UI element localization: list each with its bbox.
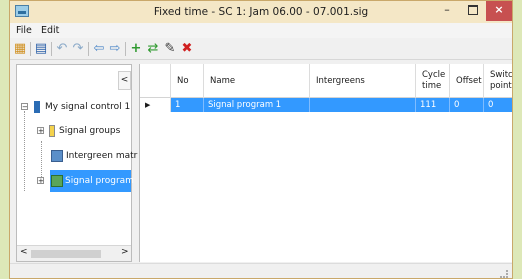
menu-file[interactable]: File [16, 23, 32, 38]
header-corner [140, 64, 171, 98]
expand-icon[interactable]: + [37, 177, 44, 185]
cell-no[interactable]: 1 [171, 98, 204, 112]
toolbar-separator [125, 42, 126, 56]
tree-line [24, 111, 25, 191]
tree-item-label: Signal program [65, 176, 134, 186]
edit-icon[interactable]: ✎ [163, 41, 177, 56]
navigation-panel: < − My signal control 1 + Signal groups … [16, 64, 137, 262]
minimize-button[interactable]: – [434, 1, 460, 21]
redo-icon[interactable]: ↷ [71, 41, 85, 56]
grid-header: No Name Intergreens Cycle time Offset Sw… [140, 64, 512, 98]
cell-intergreens[interactable] [310, 98, 416, 112]
signal-control-icon [34, 101, 40, 113]
toolbar-separator [30, 42, 31, 56]
app-window: Fixed time - SC 1: Jam 06.00 - 07.001.si… [9, 0, 513, 279]
signal-program-icon [51, 175, 63, 187]
column-header-cycle-time[interactable]: Cycle time [416, 64, 450, 98]
background-right [513, 0, 522, 279]
back-icon[interactable]: ⇦ [92, 41, 106, 56]
column-header-offset[interactable]: Offset [450, 64, 484, 98]
cell-name[interactable]: Signal program 1 [204, 98, 310, 112]
signal-program-grid: No Name Intergreens Cycle time Offset Sw… [139, 64, 512, 262]
close-button[interactable]: × [486, 1, 512, 21]
row-marker-icon[interactable]: ▶ [140, 98, 171, 112]
collapse-icon[interactable]: − [21, 103, 28, 111]
add-icon[interactable]: + [129, 41, 143, 56]
column-header-no[interactable]: No [171, 64, 204, 98]
tree-item-label: Intergreen matr [66, 151, 138, 161]
save-icon[interactable]: ▤ [34, 41, 48, 56]
duplicate-icon[interactable]: ⇄ [146, 41, 160, 56]
cell-switch-point[interactable]: 0 [484, 98, 512, 112]
column-header-name[interactable]: Name [204, 64, 310, 98]
toolbar-separator [88, 42, 89, 56]
intergreen-matrix-icon [51, 150, 63, 162]
forward-icon[interactable]: ⇨ [108, 41, 122, 56]
menu-bar: File Edit [10, 23, 512, 38]
resize-grip-icon[interactable] [500, 270, 508, 278]
toolbar-separator [51, 42, 52, 56]
scroll-right-icon[interactable]: > [121, 247, 129, 257]
collapse-panel-button[interactable]: < [118, 71, 131, 90]
toolbar: ▦ ▤ ↶ ↷ ⇦ ⇨ + ⇄ ✎ ✖ [10, 38, 512, 60]
tree-item-label: My signal control 1 [45, 102, 131, 112]
save-all-icon[interactable]: ▦ [13, 41, 27, 56]
horizontal-scrollbar[interactable]: < > [17, 245, 131, 261]
column-header-intergreens[interactable]: Intergreens [310, 64, 416, 98]
signal-groups-icon [49, 125, 55, 137]
table-row[interactable]: ▶ 1 Signal program 1 111 0 0 [140, 98, 512, 112]
cell-offset[interactable]: 0 [450, 98, 484, 112]
tree-item-intergreen-matrix[interactable]: Intergreen matr [51, 148, 137, 164]
tree-item-signal-groups[interactable]: + Signal groups [37, 123, 129, 139]
menu-edit[interactable]: Edit [41, 23, 59, 38]
background-left [0, 0, 9, 279]
tree-item-signal-control[interactable]: − My signal control 1 [21, 99, 131, 115]
scrollbar-thumb[interactable] [31, 250, 101, 258]
maximize-icon [468, 5, 478, 15]
title-bar[interactable]: Fixed time - SC 1: Jam 06.00 - 07.001.si… [10, 1, 512, 23]
tree-item-label: Signal groups [59, 126, 121, 136]
status-bar [10, 263, 512, 278]
tree-item-signal-program[interactable]: Signal program [50, 170, 134, 192]
column-header-switch-point[interactable]: Switch point [484, 64, 512, 98]
undo-icon[interactable]: ↶ [55, 41, 69, 56]
scroll-left-icon[interactable]: < [20, 247, 28, 257]
delete-icon[interactable]: ✖ [180, 41, 194, 56]
maximize-button[interactable] [460, 1, 486, 21]
tree-expander-holder: + [37, 173, 49, 189]
cell-cycle-time[interactable]: 111 [416, 98, 450, 112]
expand-icon[interactable]: + [37, 127, 44, 135]
